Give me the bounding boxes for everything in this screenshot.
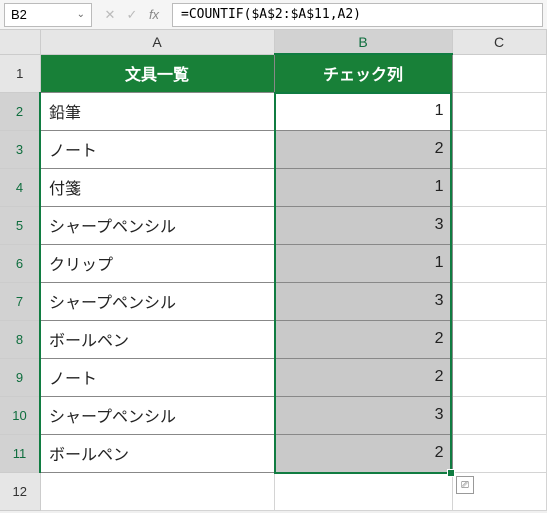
enter-icon: ✓ xyxy=(124,7,140,23)
cell-b7[interactable]: 3 xyxy=(274,282,452,320)
cell-c10[interactable] xyxy=(452,396,546,434)
cell-c6[interactable] xyxy=(452,244,546,282)
cell-c4[interactable] xyxy=(452,168,546,206)
cell-c9[interactable] xyxy=(452,358,546,396)
cell-c1[interactable] xyxy=(452,54,546,92)
col-header-a[interactable]: A xyxy=(40,30,274,54)
row-header-4[interactable]: 4 xyxy=(0,168,40,206)
row-header-5[interactable]: 5 xyxy=(0,206,40,244)
cell-c7[interactable] xyxy=(452,282,546,320)
row-header-10[interactable]: 10 xyxy=(0,396,40,434)
row-header-1[interactable]: 1 xyxy=(0,54,40,92)
cell-b10[interactable]: 3 xyxy=(274,396,452,434)
row-header-6[interactable]: 6 xyxy=(0,244,40,282)
row-header-11[interactable]: 11 xyxy=(0,434,40,472)
cell-a7[interactable]: シャープペンシル xyxy=(40,282,274,320)
formula-input[interactable]: =COUNTIF($A$2:$A$11,A2) xyxy=(172,3,543,27)
quick-analysis-button[interactable]: ⎚ xyxy=(456,476,474,494)
cell-a2[interactable]: 鉛筆 xyxy=(40,92,274,130)
select-all-corner[interactable] xyxy=(0,30,40,54)
chevron-down-icon[interactable]: ⌄ xyxy=(77,9,85,20)
cell-c5[interactable] xyxy=(452,206,546,244)
cell-a3[interactable]: ノート xyxy=(40,130,274,168)
cell-b4[interactable]: 1 xyxy=(274,168,452,206)
cell-a9[interactable]: ノート xyxy=(40,358,274,396)
cell-c3[interactable] xyxy=(452,130,546,168)
formula-text: =COUNTIF($A$2:$A$11,A2) xyxy=(181,7,361,22)
row-header-7[interactable]: 7 xyxy=(0,282,40,320)
row-header-3[interactable]: 3 xyxy=(0,130,40,168)
cell-a8[interactable]: ボールペン xyxy=(40,320,274,358)
cell-a11[interactable]: ボールペン xyxy=(40,434,274,472)
cell-b12[interactable] xyxy=(274,472,452,510)
col-header-c[interactable]: C xyxy=(452,30,546,54)
cell-c8[interactable] xyxy=(452,320,546,358)
formula-bar: B2 ⌄ ✕ ✓ fx =COUNTIF($A$2:$A$11,A2) xyxy=(0,0,547,30)
name-box-value: B2 xyxy=(11,7,27,22)
row-header-8[interactable]: 8 xyxy=(0,320,40,358)
cell-a10[interactable]: シャープペンシル xyxy=(40,396,274,434)
col-header-b[interactable]: B xyxy=(274,30,452,54)
fx-icon[interactable]: fx xyxy=(146,7,162,23)
quick-analysis-icon: ⎚ xyxy=(461,480,469,491)
grid-table: A B C 1 文具一覧 チェック列 2 鉛筆 1 3 ノート 2 4 付箋 1 xyxy=(0,30,547,511)
row-header-2[interactable]: 2 xyxy=(0,92,40,130)
cell-b3[interactable]: 2 xyxy=(274,130,452,168)
cancel-icon: ✕ xyxy=(102,7,118,23)
cell-b1[interactable]: チェック列 xyxy=(274,54,452,92)
cell-a12[interactable] xyxy=(40,472,274,510)
cell-c11[interactable] xyxy=(452,434,546,472)
spreadsheet-grid: A B C 1 文具一覧 チェック列 2 鉛筆 1 3 ノート 2 4 付箋 1 xyxy=(0,30,547,511)
cell-a4[interactable]: 付箋 xyxy=(40,168,274,206)
row-header-12[interactable]: 12 xyxy=(0,472,40,510)
cell-a5[interactable]: シャープペンシル xyxy=(40,206,274,244)
cell-b8[interactable]: 2 xyxy=(274,320,452,358)
cell-b5[interactable]: 3 xyxy=(274,206,452,244)
cell-b6[interactable]: 1 xyxy=(274,244,452,282)
row-header-9[interactable]: 9 xyxy=(0,358,40,396)
cell-a1[interactable]: 文具一覧 xyxy=(40,54,274,92)
cell-a6[interactable]: クリップ xyxy=(40,244,274,282)
name-box[interactable]: B2 ⌄ xyxy=(4,3,92,27)
cell-b2[interactable]: 1 xyxy=(274,92,452,130)
cell-c2[interactable] xyxy=(452,92,546,130)
cell-b11[interactable]: 2 xyxy=(274,434,452,472)
cell-b9[interactable]: 2 xyxy=(274,358,452,396)
formula-bar-icons: ✕ ✓ fx xyxy=(96,7,168,23)
